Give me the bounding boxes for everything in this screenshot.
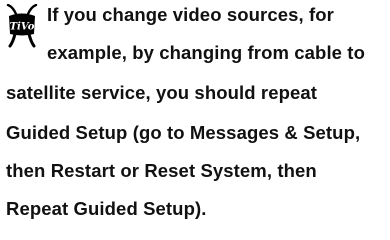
tip-note: TiVo If you change video sources, for ex… xyxy=(0,0,390,240)
note-line-4: Guided Setup (go to Messages & Setup, xyxy=(6,122,361,143)
tivo-logo-icon: TiVo xyxy=(6,4,38,48)
note-line-1: If you change video sources, for xyxy=(47,4,334,25)
note-line-2: example, by changing from cable to xyxy=(47,42,365,63)
note-line-6: Repeat Guided Setup). xyxy=(6,198,207,219)
note-line-5: then Restart or Reset System, then xyxy=(6,160,317,181)
tivo-logo-text: TiVo xyxy=(10,22,35,33)
note-line-3: satellite service, you should repeat xyxy=(6,82,318,103)
